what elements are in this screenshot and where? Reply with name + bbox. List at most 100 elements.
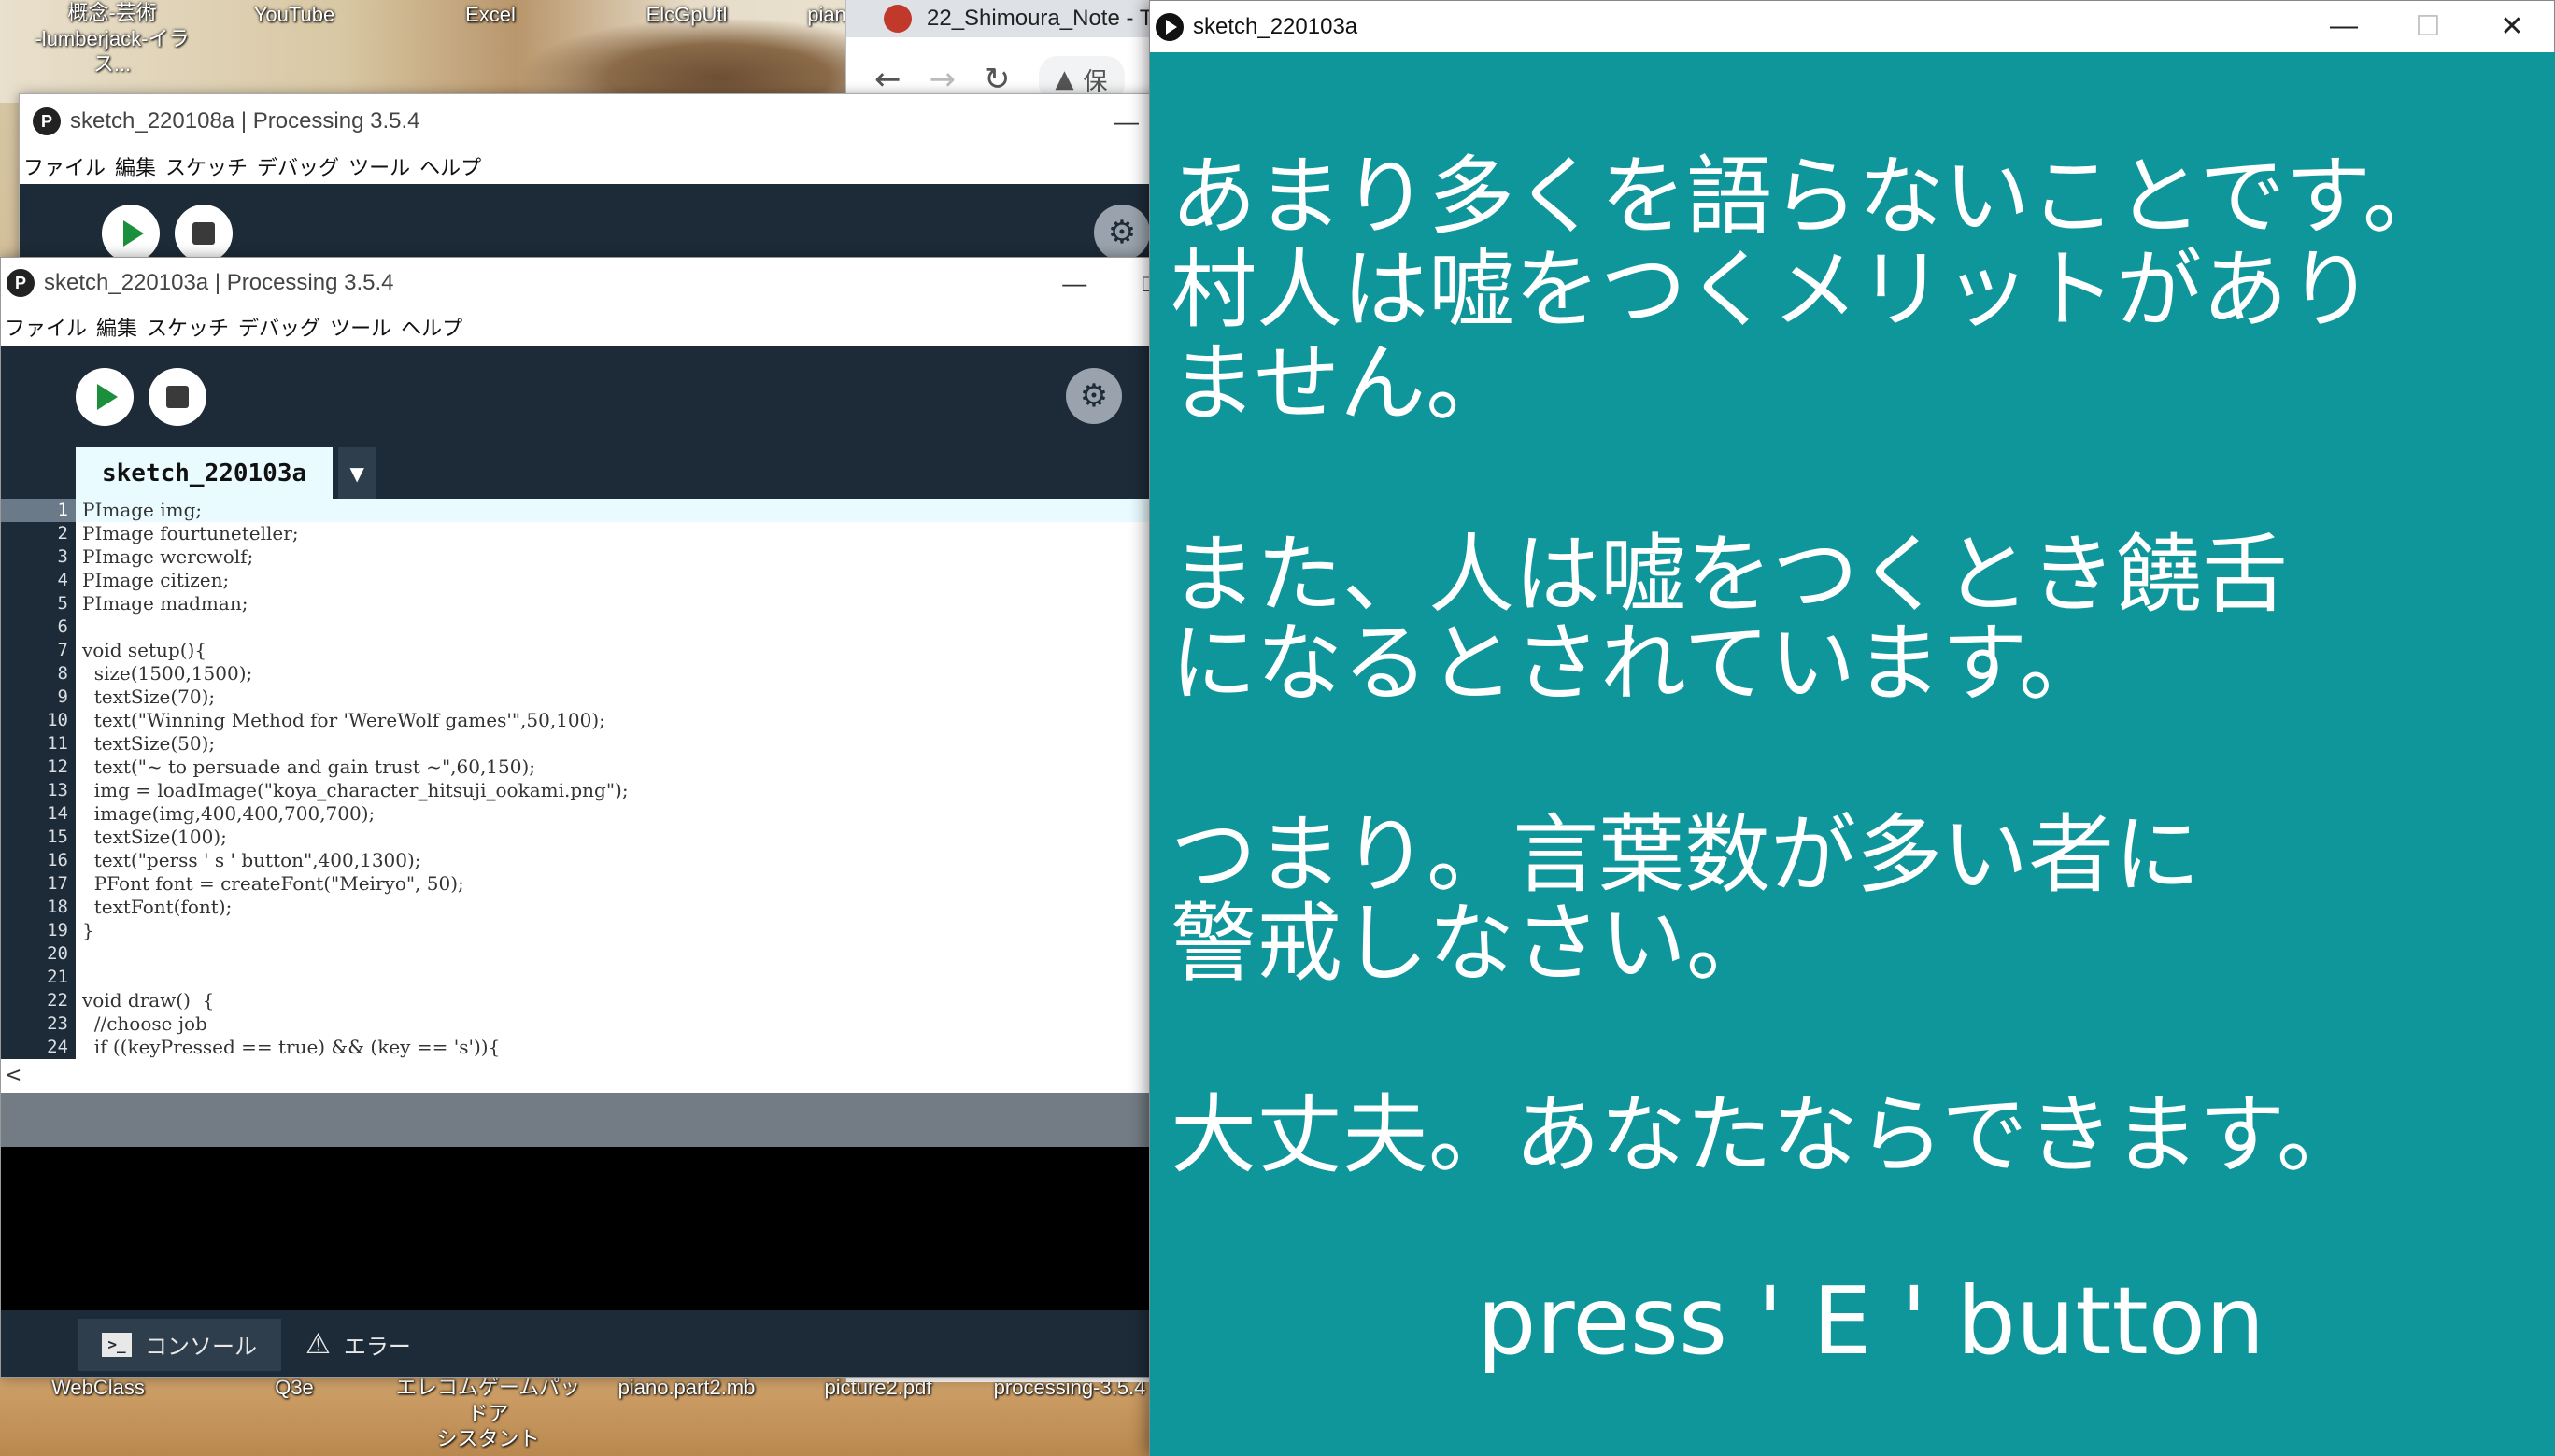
close-button[interactable]: ✕ xyxy=(2470,10,2554,43)
message-line-6: になるとされています。 xyxy=(1171,614,2106,714)
code-line[interactable]: 24 if ((keyPressed == true) && (key == '… xyxy=(1,1036,1157,1059)
chevron-down-icon: ▼ xyxy=(349,461,364,485)
code-text: textSize(70); xyxy=(82,686,216,708)
code-line[interactable]: 14 image(img,400,400,700,700); xyxy=(1,802,1157,826)
code-line[interactable]: 21 xyxy=(1,966,1157,989)
run-button[interactable] xyxy=(76,368,134,426)
code-line[interactable]: 2 PImage fourtuneteller; xyxy=(1,522,1157,545)
tab-console-label: コンソール xyxy=(145,1334,257,1360)
desktop-icon-elcgputl[interactable]: ElcGpUtl xyxy=(631,2,743,28)
minimize-button[interactable]: — xyxy=(1114,107,1139,136)
window-title: sketch_220108a | Processing 3.5.4 xyxy=(70,108,420,134)
code-text: if ((keyPressed == true) && (key == 's')… xyxy=(82,1036,501,1058)
menu-tools[interactable]: ツール xyxy=(330,312,391,342)
code-text: PImage werewolf; xyxy=(82,545,254,568)
console-output[interactable] xyxy=(1,1147,1157,1310)
stop-button[interactable] xyxy=(175,205,233,262)
reload-icon[interactable]: ↻ xyxy=(984,61,1011,98)
chrome-tab[interactable]: 22_Shimoura_Note - T xyxy=(846,0,1163,37)
desktop-icon-youtube[interactable]: YouTube xyxy=(238,2,350,28)
desktop-icon-elecom[interactable]: エレコムゲームパッドア シスタント xyxy=(388,1375,589,1452)
menu-help[interactable]: ヘルプ xyxy=(401,312,462,342)
code-line[interactable]: 16 text("perss ' s ' button",400,1300); xyxy=(1,849,1157,872)
message-line-11: 大丈夫。あなたならできます。 xyxy=(1171,1085,2363,1185)
menu-help[interactable]: ヘルプ xyxy=(419,151,481,181)
run-button[interactable] xyxy=(102,205,160,262)
code-line[interactable]: 4 PImage citizen; xyxy=(1,569,1157,592)
menu-file[interactable]: ファイル xyxy=(23,151,106,181)
line-number: 22 xyxy=(47,990,68,1011)
desktop-icon-piano-part2[interactable]: piano.part2.mb xyxy=(603,1375,771,1401)
stop-button[interactable] xyxy=(149,368,206,426)
processing-run-icon xyxy=(1156,12,1184,41)
code-line[interactable]: 9 textSize(70); xyxy=(1,686,1157,709)
desktop-icon-excel[interactable]: Excel xyxy=(439,2,542,28)
desktop-icon-piano[interactable]: pian xyxy=(803,2,850,28)
tab-console[interactable]: >_ コンソール xyxy=(78,1318,281,1371)
desktop-icon-q3e[interactable]: Q3e xyxy=(243,1375,346,1401)
code-line[interactable]: 6 xyxy=(1,615,1157,639)
maximize-button[interactable]: ☐ xyxy=(2386,10,2470,43)
back-icon[interactable]: ← xyxy=(874,61,901,98)
code-line[interactable]: 10 text("Winning Method for 'WereWolf ga… xyxy=(1,709,1157,732)
window-title: sketch_220103a | Processing 3.5.4 xyxy=(44,270,394,295)
code-line[interactable]: 8 size(1500,1500); xyxy=(1,662,1157,686)
line-number: 1 xyxy=(1,499,76,522)
line-number: 21 xyxy=(47,967,68,987)
menu-debug[interactable]: デバッグ xyxy=(238,312,320,342)
menu-debug[interactable]: デバッグ xyxy=(257,151,339,181)
chrome-tab-title: 22_Shimoura_Note - T xyxy=(927,6,1154,31)
line-number: 7 xyxy=(57,640,68,660)
minimize-button[interactable]: — xyxy=(2302,10,2386,43)
tab-errors[interactable]: ⚠ エラー xyxy=(281,1319,435,1371)
code-line[interactable]: 20 xyxy=(1,942,1157,966)
code-text: PImage citizen; xyxy=(82,569,230,591)
scroll-left-icon[interactable]: < xyxy=(5,1064,21,1087)
message-line-3: ません。 xyxy=(1171,333,1512,433)
code-line[interactable]: 17 PFont font = createFont("Meiryo", 50)… xyxy=(1,872,1157,896)
code-text: text("Winning Method for 'WereWolf games… xyxy=(82,709,605,731)
menu-sketch[interactable]: スケッチ xyxy=(147,312,229,342)
code-line[interactable]: 11 textSize(50); xyxy=(1,732,1157,756)
code-line[interactable]: 15 textSize(100); xyxy=(1,826,1157,849)
forward-icon[interactable]: → xyxy=(930,61,957,98)
menu-edit[interactable]: 編集 xyxy=(115,151,156,181)
menu-tools[interactable]: ツール xyxy=(348,151,410,181)
code-line[interactable]: 13 img = loadImage("koya_character_hitsu… xyxy=(1,779,1157,802)
line-number: 20 xyxy=(47,943,68,964)
status-bar xyxy=(1,1093,1157,1147)
code-line[interactable]: 5 PImage madman; xyxy=(1,592,1157,615)
line-number: 4 xyxy=(57,570,68,590)
debug-button[interactable]: ⚙ xyxy=(1066,368,1122,424)
code-line[interactable]: 18 textFont(font); xyxy=(1,896,1157,919)
debug-button[interactable]: ⚙ xyxy=(1094,205,1150,261)
tab-sketch[interactable]: sketch_220103a xyxy=(76,447,334,499)
minimize-button[interactable]: — xyxy=(1062,269,1086,298)
processing-logo-icon: P xyxy=(7,269,35,297)
menubar: ファイル 編集 スケッチ デバッグ ツール ヘルプ xyxy=(20,148,1176,184)
sketch-canvas[interactable]: あまり多くを語らないことです。 村人は嘘をつくメリットがあり ません。 また、人… xyxy=(1150,52,2555,1456)
play-icon xyxy=(97,384,118,410)
desktop-icon-lumberjack[interactable]: 概念-芸術 -lumberjack-イラス... xyxy=(19,0,206,78)
code-line[interactable]: 7 void setup(){ xyxy=(1,639,1157,662)
line-number: 18 xyxy=(47,897,68,917)
code-text: textSize(50); xyxy=(82,732,216,755)
horizontal-scrollbar[interactable]: < xyxy=(1,1059,1157,1093)
line-number: 10 xyxy=(47,710,68,730)
code-editor[interactable]: 1 PImage img; 2 PImage fourtuneteller; 3 PIma… xyxy=(1,499,1157,1059)
code-line[interactable]: 22 void draw() { xyxy=(1,989,1157,1012)
code-line[interactable]: 23 //choose job xyxy=(1,1012,1157,1036)
tab-menu-button[interactable]: ▼ xyxy=(338,447,376,499)
code-line[interactable]: 12 text("~ to persuade and gain trust ~"… xyxy=(1,756,1157,779)
menu-sketch[interactable]: スケッチ xyxy=(165,151,248,181)
code-line[interactable]: 3 PImage werewolf; xyxy=(1,545,1157,569)
code-line[interactable]: 19} xyxy=(1,919,1157,942)
debug-icon: ⚙ xyxy=(1079,377,1109,415)
menu-file[interactable]: ファイル xyxy=(5,312,87,342)
code-text: void draw() { xyxy=(82,989,215,1011)
menu-edit[interactable]: 編集 xyxy=(96,312,137,342)
sketch-output-window: sketch_220103a — ☐ ✕ あまり多くを語らないことです。 村人は… xyxy=(1149,0,2555,1456)
code-line[interactable]: 1 PImage img; xyxy=(1,499,1157,522)
desktop-icon-webclass[interactable]: WebClass xyxy=(28,1375,168,1401)
tab-errors-label: エラー xyxy=(343,1334,411,1360)
